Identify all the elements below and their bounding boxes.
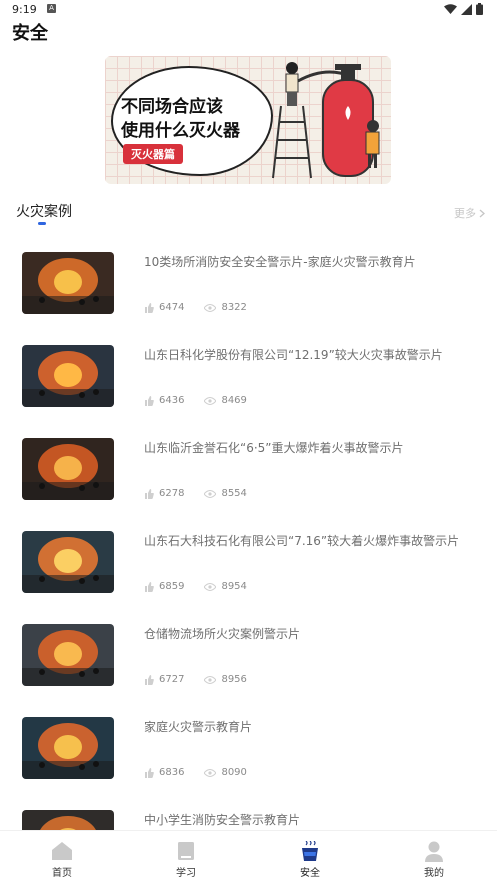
case-list-item[interactable]: 中小学生消防安全警示教育片 [0,794,497,830]
case-stats: 6859 8954 [144,581,267,592]
thumb-up-icon [145,674,154,685]
case-title: 中小学生消防安全警示教育片 [144,813,301,827]
views-count: 8954 [221,581,247,592]
eye-icon [204,396,217,405]
eye-icon [204,582,217,591]
case-thumbnail [22,345,114,407]
wifi-icon [444,3,457,14]
status-bar: 9:19 A [0,0,497,18]
case-thumbnail [22,717,114,779]
tab-safety-label: 安全 [300,868,320,879]
likes-count: 6727 [159,674,185,685]
thumb-up-icon [145,302,154,313]
likes-stat: 6836 [144,767,184,778]
likes-count: 6836 [159,767,185,778]
case-stats: 6436 8469 [144,395,267,406]
chevron-right-icon [479,209,485,217]
banner-headline-line1: 不同场合应该 [121,97,223,117]
thumb-up-icon [145,767,154,778]
views-count: 8322 [221,302,247,313]
eye-icon [204,489,217,498]
banner-tag: 灭火器篇 [123,144,183,164]
views-count: 8554 [221,488,247,499]
views-count: 8090 [221,767,247,778]
case-list-item[interactable]: 10类场所消防安全安全警示片-家庭火灾警示教育片 6474 8322 [0,236,497,329]
views-stat: 8322 [204,302,247,313]
views-stat: 8090 [204,767,247,778]
case-stats: 6474 8322 [144,302,267,313]
case-title: 10类场所消防安全安全警示片-家庭火灾警示教育片 [144,255,416,269]
promo-banner[interactable]: 不同场合应该 使用什么灭火器 灭火器篇 [105,56,391,184]
more-link[interactable]: 更多 [454,205,485,221]
safety-cup-icon [302,841,318,861]
case-list-item[interactable]: 仓储物流场所火灾案例警示片 6727 8956 [0,608,497,701]
more-link-label: 更多 [454,207,476,220]
banner-headline-line2: 使用什么灭火器 [121,121,240,141]
likes-count: 6436 [159,395,185,406]
case-title: 山东日科化学股份有限公司“12.19”较大火灾事故警示片 [144,348,443,362]
likes-stat: 6859 [144,581,184,592]
views-stat: 8956 [204,674,247,685]
tab-profile[interactable]: 我的 [372,831,496,885]
case-title: 仓储物流场所火灾案例警示片 [144,627,301,641]
section-title-indicator [38,222,46,225]
section-title: 火灾案例 [16,204,72,220]
home-icon [52,842,72,860]
case-title: 山东石大科技石化有限公司“7.16”较大着火爆炸事故警示片 [144,534,460,548]
signal-icon [461,3,472,15]
book-icon [178,842,194,860]
case-list-item[interactable]: 山东石大科技石化有限公司“7.16”较大着火爆炸事故警示片 6859 8954 [0,515,497,608]
case-title: 家庭火灾警示教育片 [144,720,253,734]
bottom-tab-bar: 首页 学习 安全 我的 [0,830,497,885]
eye-icon [204,303,217,312]
case-list-item[interactable]: 山东临沂金誉石化“6·5”重大爆炸着火事故警示片 6278 8554 [0,422,497,515]
case-list-item[interactable]: 家庭火灾警示教育片 6836 8090 [0,701,497,794]
tab-safety[interactable]: 安全 [248,831,372,885]
likes-stat: 6727 [144,674,184,685]
notification-icon: A [47,4,56,13]
tab-study-label: 学习 [176,868,196,879]
page-title: 安全 [12,23,48,44]
case-thumbnail [22,624,114,686]
case-stats: 6836 8090 [144,767,267,778]
thumb-up-icon [145,395,154,406]
tab-home-label: 首页 [52,868,72,879]
likes-stat: 6436 [144,395,184,406]
case-list[interactable]: 10类场所消防安全安全警示片-家庭火灾警示教育片 6474 8322 山东日科化学股份… [0,236,497,830]
fire-extinguisher-illustration [272,62,380,179]
thumb-up-icon [145,581,154,592]
views-stat: 8554 [204,488,247,499]
tab-study[interactable]: 学习 [124,831,248,885]
case-thumbnail [22,438,114,500]
case-list-item[interactable]: 山东日科化学股份有限公司“12.19”较大火灾事故警示片 6436 8469 [0,329,497,422]
likes-stat: 6278 [144,488,184,499]
views-stat: 8954 [204,581,247,592]
case-stats: 6278 8554 [144,488,267,499]
battery-icon [476,3,483,15]
likes-count: 6859 [159,581,185,592]
likes-stat: 6474 [144,302,184,313]
views-count: 8956 [221,674,247,685]
case-title: 山东临沂金誉石化“6·5”重大爆炸着火事故警示片 [144,441,404,455]
status-time: 9:19 [12,3,37,16]
status-icons [444,3,483,15]
case-thumbnail [22,252,114,314]
case-stats: 6727 8956 [144,674,267,685]
views-count: 8469 [221,395,247,406]
eye-icon [204,675,217,684]
views-stat: 8469 [204,395,247,406]
eye-icon [204,768,217,777]
user-icon [425,841,443,862]
tab-home[interactable]: 首页 [0,831,124,885]
tab-profile-label: 我的 [424,868,444,879]
likes-count: 6474 [159,302,185,313]
case-thumbnail [22,810,114,830]
likes-count: 6278 [159,488,185,499]
thumb-up-icon [145,488,154,499]
case-thumbnail [22,531,114,593]
